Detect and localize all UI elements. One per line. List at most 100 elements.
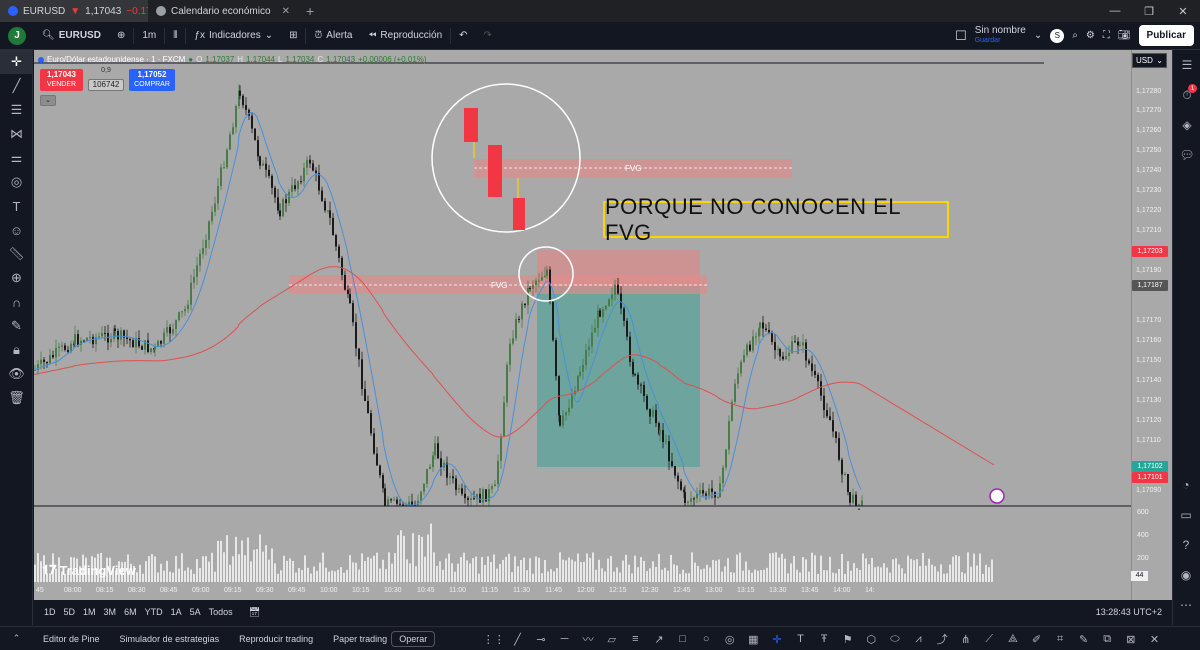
zigzag-icon[interactable]: ⩘ [907,633,931,646]
range-1d[interactable]: 1D [34,607,60,617]
arrow-icon[interactable]: ↗ [647,633,671,646]
publish-button[interactable]: Publicar [1138,25,1194,46]
alert-button[interactable]: ⏰︎ Alerta [306,22,360,50]
layout-name-button[interactable]: Sin nombre Guardar [975,25,1026,46]
browser-tab-calendar[interactable]: Calendario económico ✕ [148,0,298,22]
rectangle-icon[interactable]: □ [671,633,695,645]
buy-button[interactable]: 1,17052 COMPRAR [129,69,175,91]
close-window-button[interactable]: ✕ [1166,5,1200,18]
drag-handle-icon[interactable]: ⋮⋮ [482,633,506,646]
ray-icon[interactable]: ⊸ [529,633,553,646]
quantity-input[interactable]: 106742 [88,79,124,91]
range-3m[interactable]: 3M [100,607,121,617]
chat-icon[interactable]: 💬︎ [1173,140,1200,170]
fib-retracement-icon[interactable]: ≡ [624,633,648,645]
chevron-down-icon[interactable]: ⌄ [1034,30,1042,41]
compare-button[interactable]: ⊕ [109,22,133,50]
crosshair-icon[interactable]: ✛ [765,633,789,646]
range-ytd[interactable]: YTD [141,607,167,617]
help-icon[interactable]: ? [1172,530,1200,560]
gear-icon[interactable]: ⚙︎ [1086,30,1095,41]
strategy-tester-tab[interactable]: Simulador de estrategias [110,634,230,644]
lock-icon[interactable]: 🔒︎ [0,338,33,362]
pine-editor-tab[interactable]: Editor de Pine [33,634,110,644]
range-1m[interactable]: 1M [79,607,100,617]
gann-icon[interactable]: ⟋ [977,633,1001,646]
text-icon[interactable]: T [789,633,813,645]
pitchfork-icon[interactable]: ⋔ [954,633,978,646]
range-5a[interactable]: 5A [186,607,205,617]
emoji-icon[interactable]: ☺ [0,218,33,242]
avatar[interactable]: J [8,26,26,45]
chart-type-button[interactable]: ⫴ [165,22,185,50]
price-chart[interactable] [34,50,1131,600]
lock-draw-icon[interactable]: ✎ [0,314,33,338]
collapse-legend-button[interactable]: ⌄ [40,95,56,106]
trendline-icon[interactable]: ╱ [506,633,530,646]
horizontal-line-icon[interactable]: ─ [553,633,577,645]
long-position-icon[interactable]: ⤴ [930,631,954,647]
fib-icon[interactable]: ☰ [0,98,33,122]
maximize-button[interactable]: ❐ [1132,5,1166,18]
brush-icon[interactable]: ✐ [1025,633,1049,646]
trash-icon[interactable]: 🗑︎ [0,386,33,410]
more-tools-icon[interactable]: ⧉ [1095,633,1119,646]
currency-selector[interactable]: USD ⌄ [1132,53,1167,68]
interval-button[interactable]: 1m [134,22,164,50]
layers-icon[interactable]: ◈ [1173,110,1200,140]
minimize-button[interactable]: — [1098,5,1132,17]
replay-button[interactable]: ⏪︎ Reproducción [360,22,450,50]
annotation-text-box[interactable]: PORQUE NO CONOCEN EL FVG [603,194,949,245]
undo-button[interactable]: ↶ [451,22,475,50]
zoom-in-icon[interactable]: ⊕ [0,266,33,290]
price-axis[interactable]: 1,17280 1,17270 1,17260 1,17250 1,17240 1,172… [1131,50,1172,600]
lock-icon[interactable]: ⊠ [1119,633,1143,646]
range-6m[interactable]: 6M [120,607,141,617]
time-axis[interactable]: 45 08:00 08:15 08:30 08:45 09:00 09:15 09:30 09:… [34,585,1131,600]
eye-icon[interactable]: 👁︎ [0,362,33,386]
target-icon[interactable]: ◎ [718,633,742,646]
polygon-icon[interactable]: ⬡ [860,633,884,646]
range-5d[interactable]: 5D [60,607,80,617]
text-icon[interactable]: T [0,194,33,218]
ruler-icon[interactable]: 📏︎ [0,242,33,266]
broadcast-icon[interactable]: ◉ [1172,560,1200,590]
indicators-button[interactable]: ƒx Indicadores ⌄ [186,22,281,50]
camera-icon[interactable]: 📷︎ [1118,30,1131,41]
paper-trading-tab[interactable]: Paper trading [323,634,389,644]
trading-replay-tab[interactable]: Reproducir trading [229,634,323,644]
more-icon[interactable]: ⋯ [1172,590,1200,620]
sell-button[interactable]: 1,17043 VENDER [40,69,83,91]
collapse-panel-icon[interactable]: ⌃ [0,633,33,644]
redo-button[interactable]: ↷ [476,22,500,50]
magnet-icon[interactable]: ∩ [0,290,33,314]
range-1a[interactable]: 1A [167,607,186,617]
ellipse-icon[interactable]: ⬭ [883,633,907,646]
fullscreen-icon[interactable]: ⛶ [1103,30,1110,41]
pattern-icon[interactable]: ⋈ [0,122,33,146]
trendline-icon[interactable]: ╱ [0,74,33,98]
grid-table-icon[interactable]: ▦ [742,633,766,646]
circle-icon[interactable]: ○ [694,633,718,645]
clock-timezone[interactable]: 13:28:43 UTC+2 [1096,607,1172,617]
operar-button[interactable]: Operar [391,630,436,647]
alerts-clock-icon[interactable]: ⏱︎ 1 [1173,80,1200,110]
layouts-button[interactable]: ⊞ [281,22,305,50]
trash-icon[interactable]: ✕ [1143,633,1167,646]
symbol-search-button[interactable]: 🔍︎ EURUSD [34,22,109,50]
layout-icon[interactable]: ▭ [1172,500,1200,530]
brush-icon[interactable]: ◎ [0,170,33,194]
flag-icon[interactable]: ⚑ [836,633,860,646]
fan-icon[interactable]: ⟁ [1001,633,1025,646]
range-all[interactable]: Todos [205,607,237,617]
search-icon[interactable]: ⌕ [1072,30,1078,41]
measure-icon[interactable]: ⌗ [1048,633,1072,646]
checkbox-icon[interactable]: ☐ [955,28,967,44]
projection-icon[interactable]: ⚌ [0,146,33,170]
s-badge-icon[interactable]: S [1050,28,1065,43]
path-icon[interactable]: 〰 [576,631,600,647]
pencil-icon[interactable]: ✎ [1072,633,1096,646]
watchlist-icon[interactable]: ☰ [1173,50,1200,80]
parallel-channel-icon[interactable]: ▱ [600,633,624,646]
calendar-range-icon[interactable]: 📅︎ [245,607,264,618]
